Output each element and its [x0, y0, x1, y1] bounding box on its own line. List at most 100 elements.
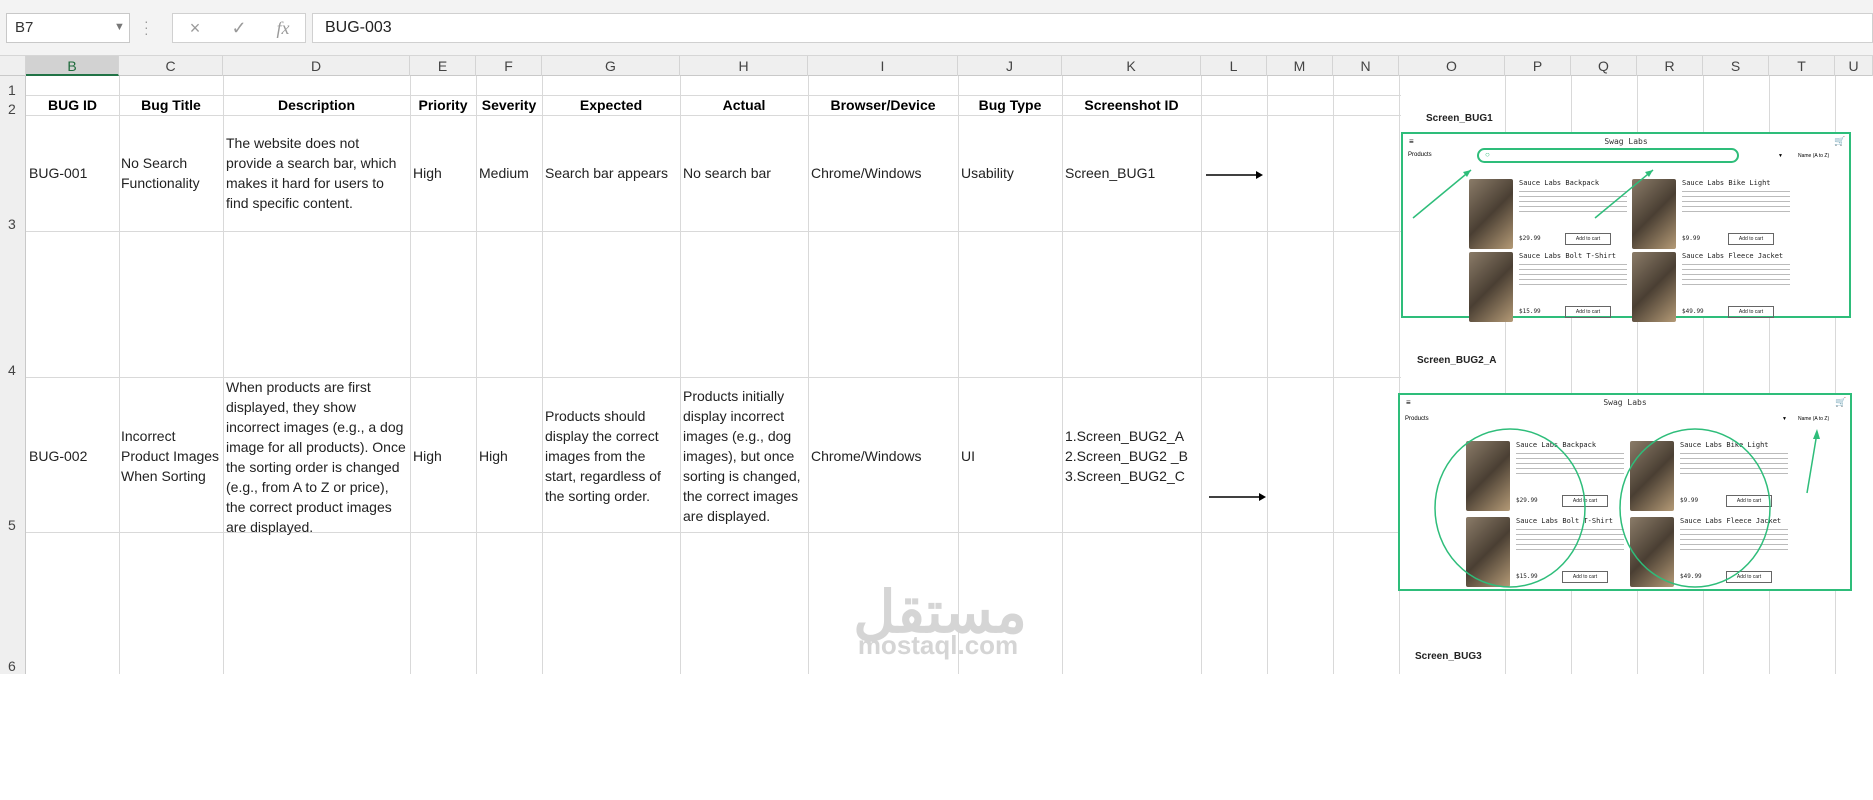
cell-bug-id[interactable]: BUG-001: [29, 163, 87, 183]
screenshot-image-bug2a[interactable]: Swag Labs ≡ 🛒 Products ▼ Name (A to Z) S…: [1398, 393, 1852, 591]
more-options-icon[interactable]: · · ·: [144, 14, 154, 40]
row-header-bar: 1 2 3 4 5 6: [0, 76, 26, 674]
header-description[interactable]: Description: [223, 95, 410, 115]
column-header-h[interactable]: H: [680, 56, 808, 76]
text-line: When products are first: [226, 379, 371, 395]
cell-actual[interactable]: Products initially display incorrect ima…: [683, 386, 801, 526]
cell-screenshot-id[interactable]: 1.Screen_BUG2_A 2.Screen_BUG2 _B 3.Scree…: [1065, 426, 1188, 486]
cell-bug-type[interactable]: Usability: [961, 163, 1014, 183]
cell-browser[interactable]: Chrome/Windows: [811, 163, 921, 183]
cell-browser[interactable]: Chrome/Windows: [811, 446, 921, 466]
column-header-k[interactable]: K: [1062, 56, 1201, 76]
row-header-4[interactable]: 4: [0, 231, 26, 378]
cell-bug-title[interactable]: Incorrect Product Images When Sorting: [121, 426, 219, 486]
column-header-s[interactable]: S: [1703, 56, 1769, 76]
name-box[interactable]: B7: [6, 13, 130, 43]
text-line: The website does not: [226, 135, 360, 151]
column-header-g[interactable]: G: [542, 56, 680, 76]
screenshot-label: Screen_BUG3: [1415, 651, 1482, 662]
column-header-r[interactable]: R: [1637, 56, 1703, 76]
cell-bug-id[interactable]: BUG-002: [29, 446, 87, 466]
formula-buttons: × ✓ fx: [172, 13, 306, 43]
cell-priority[interactable]: High: [413, 446, 442, 466]
annotation-circles: [1434, 428, 1820, 588]
cell-expected[interactable]: Search bar appears: [545, 163, 668, 183]
text-line: 2.Screen_BUG2 _B: [1065, 448, 1188, 464]
text-line: start, regardless of: [545, 468, 661, 484]
insert-function-icon[interactable]: fx: [269, 18, 297, 40]
cell-bug-type[interactable]: UI: [961, 446, 975, 466]
column-header-p[interactable]: P: [1505, 56, 1571, 76]
column-header-n[interactable]: N: [1333, 56, 1399, 76]
screenshot-label: Screen_BUG1: [1426, 113, 1493, 124]
header-expected[interactable]: Expected: [542, 95, 680, 115]
cancel-icon[interactable]: ×: [181, 18, 209, 40]
text-line: 1.Screen_BUG2_A: [1065, 428, 1185, 444]
arrow-right-icon: [1206, 171, 1263, 179]
row-header-2[interactable]: 2: [0, 95, 26, 117]
header-browser[interactable]: Browser/Device: [808, 95, 958, 115]
text-line: (e.g., from A to Z or price),: [226, 479, 389, 495]
watermark-url: mostaql.com: [857, 630, 1019, 660]
header-bug-type[interactable]: Bug Type: [958, 95, 1062, 115]
column-header-i[interactable]: I: [808, 56, 958, 76]
text-line: Products should: [545, 408, 646, 424]
text-line: images), but once: [683, 448, 795, 464]
cell-description[interactable]: The website does not provide a search ba…: [226, 133, 396, 213]
text-line: 3.Screen_BUG2_C: [1065, 468, 1185, 484]
text-line: image for all products). Once: [226, 439, 406, 455]
column-header-b[interactable]: B: [26, 56, 119, 76]
header-screenshot-id[interactable]: Screenshot ID: [1062, 95, 1201, 115]
cell-expected[interactable]: Products should display the correct imag…: [545, 406, 661, 506]
text-line: find specific content.: [226, 195, 353, 211]
column-header-q[interactable]: Q: [1571, 56, 1637, 76]
header-priority[interactable]: Priority: [410, 95, 476, 115]
text-line: are displayed.: [683, 508, 771, 524]
header-actual[interactable]: Actual: [680, 95, 808, 115]
column-header-c[interactable]: C: [119, 56, 223, 76]
column-header-f[interactable]: F: [476, 56, 542, 76]
row-header-1[interactable]: 1: [0, 76, 26, 98]
text-line: Incorrect: [121, 428, 176, 444]
cell-severity[interactable]: High: [479, 446, 508, 466]
row-header-5[interactable]: 5: [0, 377, 26, 533]
text-line: incorrect images (e.g., a dog: [226, 419, 404, 435]
column-header-d[interactable]: D: [223, 56, 410, 76]
text-line: the sorting order is changed: [226, 459, 400, 475]
header-bug-id[interactable]: BUG ID: [26, 95, 119, 115]
column-header-o[interactable]: O: [1399, 56, 1505, 76]
row-header-6[interactable]: 6: [0, 532, 26, 674]
text-line: are displayed.: [226, 519, 314, 535]
column-header-l[interactable]: L: [1201, 56, 1267, 76]
chevron-down-icon[interactable]: ▼: [114, 13, 130, 43]
text-line: Products initially: [683, 388, 785, 404]
text-line: sorting is changed,: [683, 468, 801, 484]
select-all-corner[interactable]: [0, 56, 26, 76]
screenshot-image-bug1[interactable]: Swag Labs ≡ 🛒 Products ○ ▼ Name (A to Z)…: [1401, 132, 1851, 322]
column-header-t[interactable]: T: [1769, 56, 1835, 76]
formula-input[interactable]: BUG-003: [312, 13, 1873, 43]
text-line: images (e.g., dog: [683, 428, 792, 444]
cell-bug-title[interactable]: No Search Functionality: [121, 153, 200, 193]
enter-icon[interactable]: ✓: [225, 18, 253, 40]
header-severity[interactable]: Severity: [476, 95, 542, 115]
column-header-e[interactable]: E: [410, 56, 476, 76]
header-bug-title[interactable]: Bug Title: [119, 95, 223, 115]
cell-priority[interactable]: High: [413, 163, 442, 183]
text-line: the correct images: [683, 488, 799, 504]
cell-description[interactable]: When products are first displayed, they …: [226, 377, 406, 537]
row-header-3[interactable]: 3: [0, 115, 26, 232]
column-header-j[interactable]: J: [958, 56, 1062, 76]
text-line: display the correct: [545, 428, 659, 444]
text-line: makes it hard for users to: [226, 175, 384, 191]
cell-severity[interactable]: Medium: [479, 163, 529, 183]
text-line: displayed, they show: [226, 399, 356, 415]
screenshot-label: Screen_BUG2_A: [1417, 355, 1497, 366]
column-header-bar: B C D E F G H I J K L M N O P Q R S T U: [0, 56, 1873, 76]
cell-screenshot-id[interactable]: Screen_BUG1: [1065, 163, 1155, 183]
arrow-right-icon: [1209, 493, 1266, 501]
column-header-u[interactable]: U: [1835, 56, 1873, 76]
column-header-m[interactable]: M: [1267, 56, 1333, 76]
text-line: No Search: [121, 155, 188, 171]
cell-actual[interactable]: No search bar: [683, 163, 771, 183]
